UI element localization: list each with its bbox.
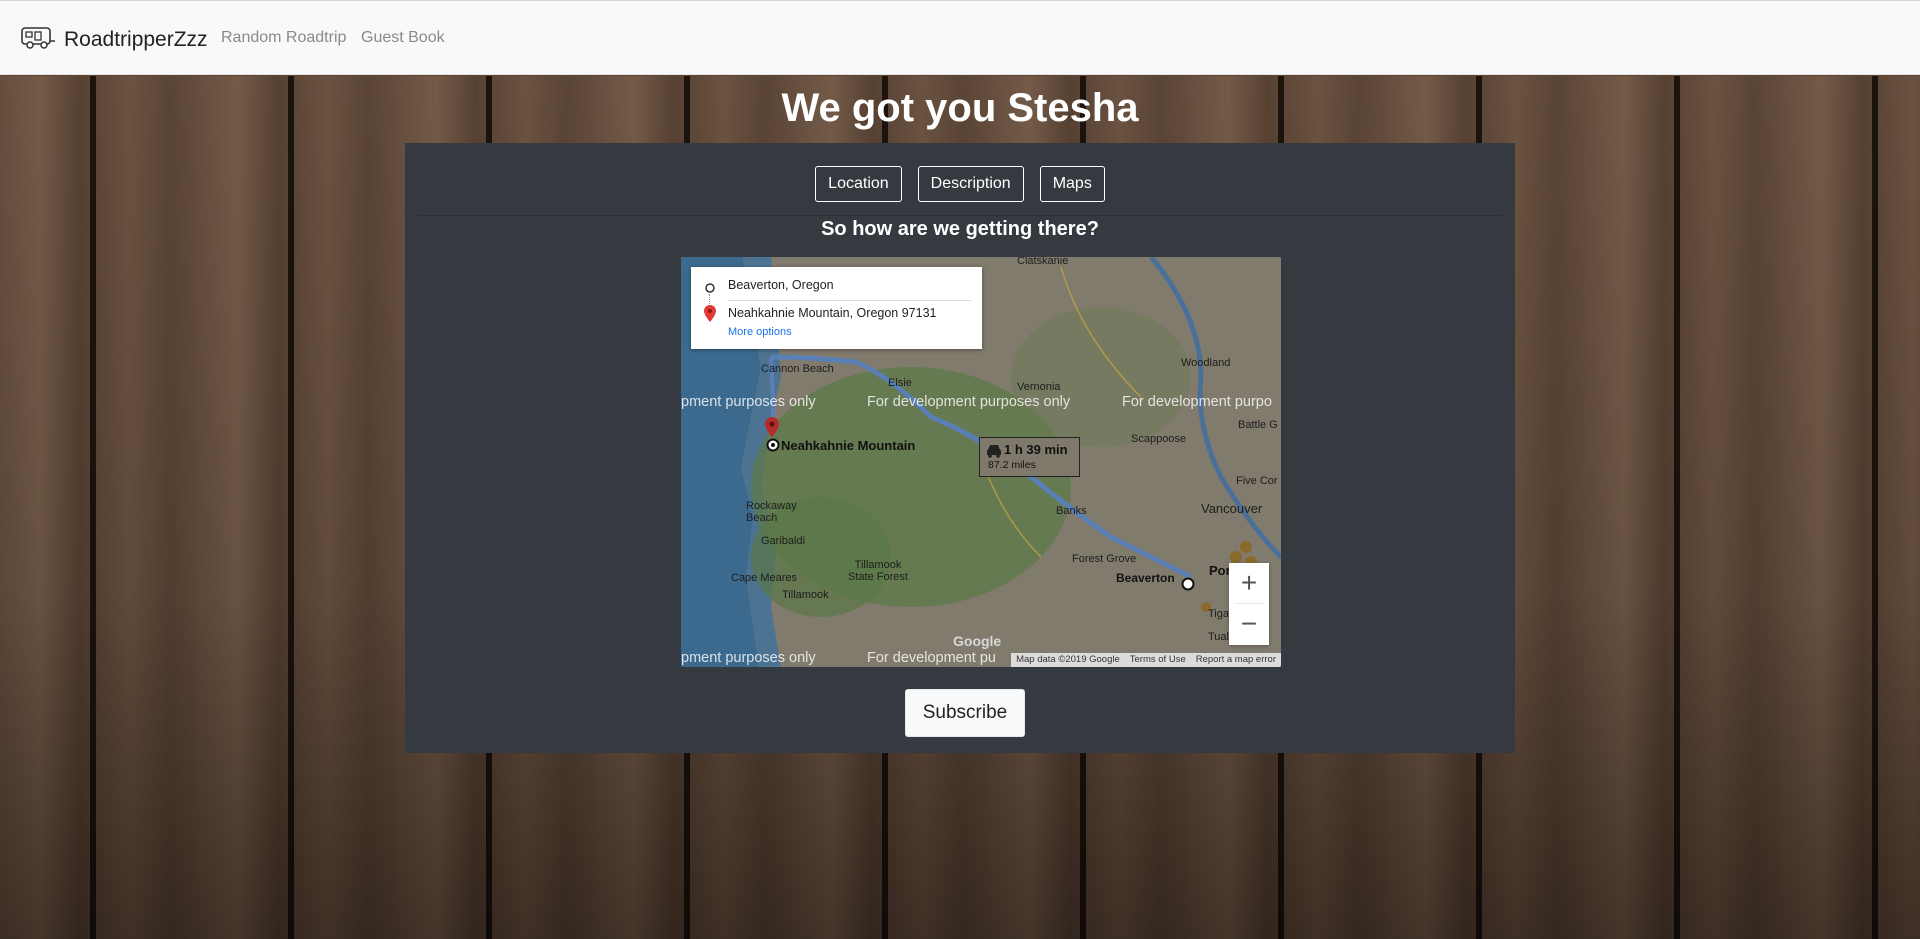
map-footer: Map data ©2019 Google Terms of Use Repor… <box>1011 653 1281 667</box>
google-logo: Google <box>953 633 1002 649</box>
subscribe-button[interactable]: Subscribe <box>905 689 1025 737</box>
camper-icon <box>20 23 56 56</box>
tab-location[interactable]: Location <box>815 166 902 202</box>
directions-card: Beaverton, Oregon Neahkahnie Mountain, O… <box>691 267 982 349</box>
map-place: Clatskanie <box>1017 257 1069 267</box>
divider <box>417 215 1503 216</box>
nav-guest-book[interactable]: Guest Book <box>361 29 445 47</box>
map-place: Scappoose <box>1131 433 1187 445</box>
route-info-box[interactable]: 1 h 39 min 87.2 miles <box>979 437 1080 477</box>
map-place: Five Cor <box>1236 475 1278 487</box>
zoom-in-button[interactable]: + <box>1229 563 1269 603</box>
origin-label: Beaverton <box>1116 571 1175 585</box>
content-panel: Location Description Maps So how are we … <box>405 143 1515 753</box>
dev-watermark: pment purposes only <box>681 650 816 666</box>
brand-link[interactable]: RoadtripperZzz <box>20 23 208 56</box>
map-place: Cape Meares <box>731 572 798 584</box>
address-divider <box>728 300 972 301</box>
brand-name: RoadtripperZzz <box>64 27 208 51</box>
route-map[interactable]: pment purposes only For development purp… <box>681 257 1281 667</box>
map-place: Battle G <box>1238 419 1278 431</box>
route-time: 1 h 39 min <box>1004 442 1068 457</box>
map-place: Cannon Beach <box>761 363 834 375</box>
route-distance: 87.2 miles <box>988 459 1036 471</box>
report-map-error-link[interactable]: Report a map error <box>1191 653 1281 667</box>
dev-watermark: For development purposes only <box>867 394 1071 410</box>
map-place: Garibaldi <box>761 535 806 547</box>
more-options-link[interactable]: More options <box>728 326 792 338</box>
dev-watermark: For development purpo <box>1122 394 1272 410</box>
dev-watermark: pment purposes only <box>681 394 816 410</box>
origin-marker-icon <box>1181 577 1195 596</box>
origin-address: Beaverton, Oregon <box>728 278 834 292</box>
destination-marker-icon <box>766 438 780 457</box>
map-place: Por <box>1209 563 1231 578</box>
tab-description[interactable]: Description <box>917 166 1024 202</box>
map-place: Tillamook <box>782 589 829 601</box>
map-place: Forest Grove <box>1072 553 1137 565</box>
destination-label: Neahkahnie Mountain <box>781 438 916 453</box>
map-place: Vancouver <box>1201 501 1263 516</box>
page-title: We got you Stesha <box>781 86 1139 130</box>
tab-bar: Location Description Maps <box>405 166 1515 202</box>
section-subtitle: So how are we getting there? <box>821 218 1099 240</box>
zoom-out-button[interactable]: − <box>1229 604 1269 644</box>
navbar: RoadtripperZzz Random Roadtrip Guest Boo… <box>0 0 1920 75</box>
map-data-credit: Map data ©2019 Google <box>1016 654 1120 665</box>
map-place: Elsie <box>888 377 912 389</box>
map-place: Vernonia <box>1017 381 1061 393</box>
map-place: Banks <box>1056 505 1087 517</box>
zoom-control: + − <box>1229 563 1269 645</box>
dev-watermark: For development pu <box>867 650 996 666</box>
map-place: Woodland <box>1181 357 1231 369</box>
terms-of-use-link[interactable]: Terms of Use <box>1125 653 1191 667</box>
destination-address: Neahkahnie Mountain, Oregon 97131 <box>728 306 937 320</box>
map-place: Tillamook State Forest <box>848 559 908 583</box>
nav-random-roadtrip[interactable]: Random Roadtrip <box>221 29 346 47</box>
destination-pin-icon <box>704 305 716 327</box>
map-place: Rockaway Beach <box>746 500 797 524</box>
tab-maps[interactable]: Maps <box>1039 166 1105 202</box>
